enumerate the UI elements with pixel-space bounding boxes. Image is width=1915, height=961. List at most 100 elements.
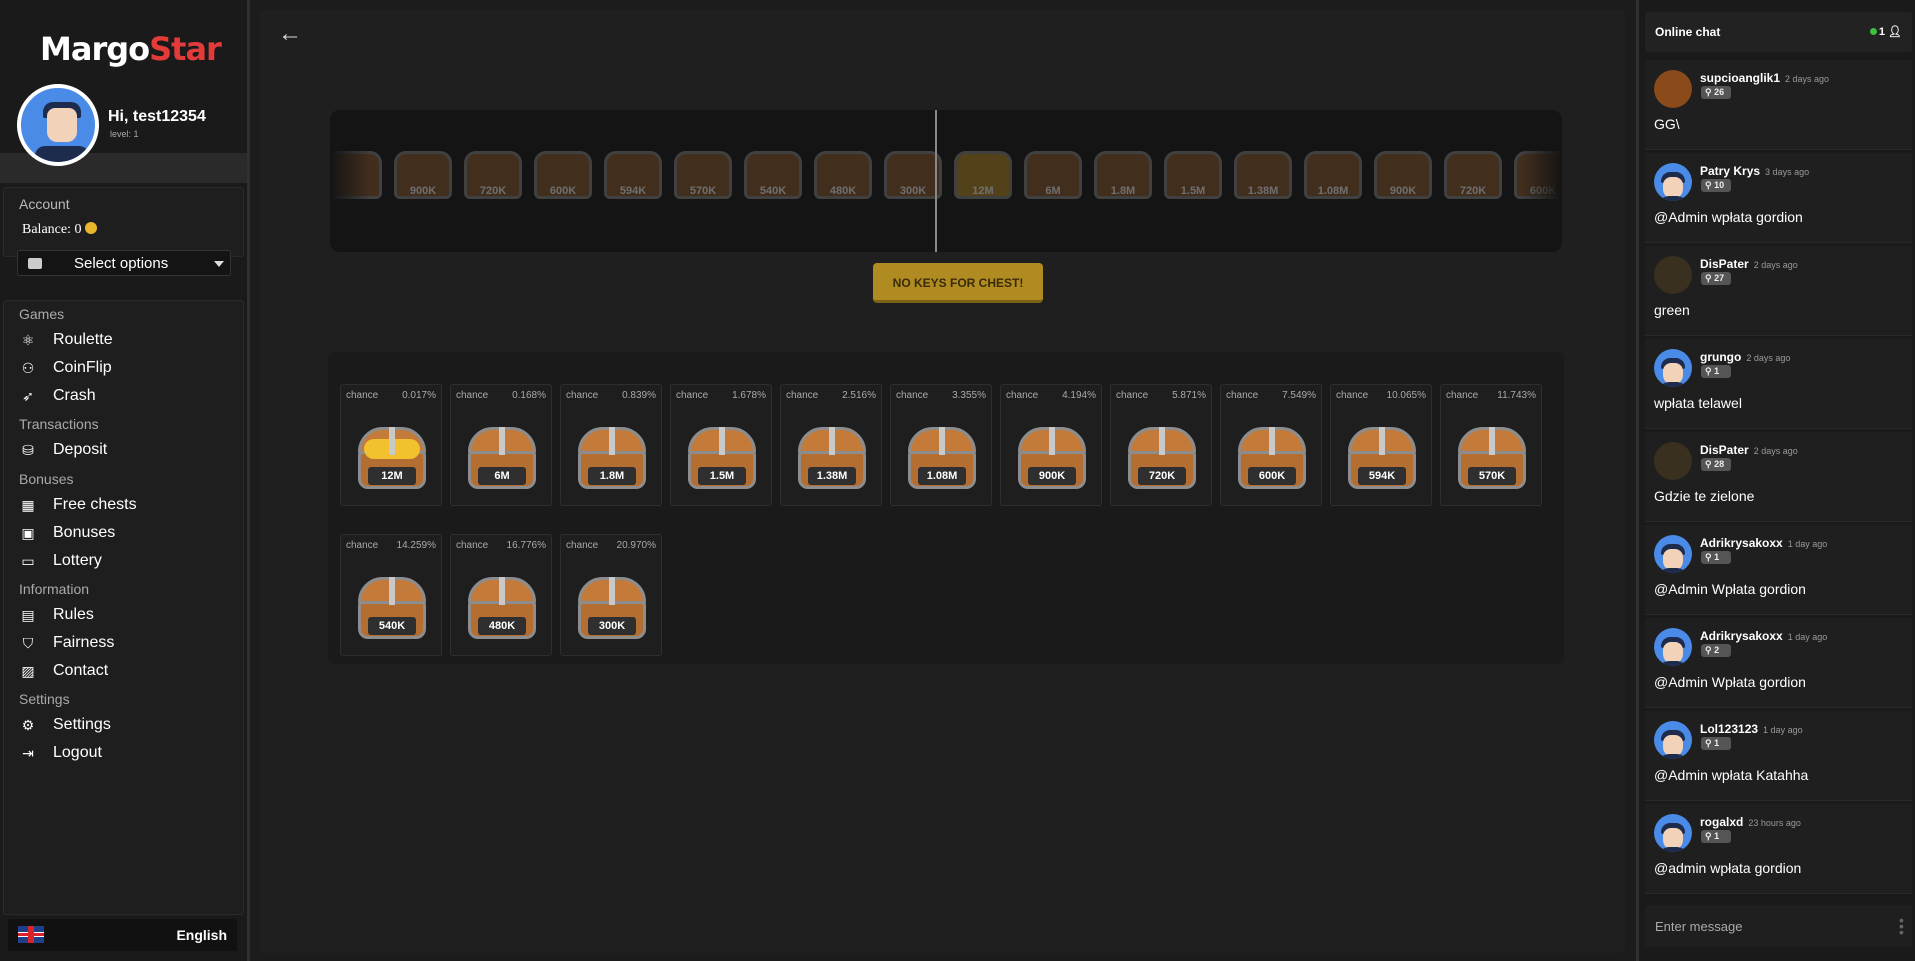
chest-icon: 12M (358, 427, 426, 491)
chat-message: DisPater 2 days ago ⚲ 27 green (1645, 246, 1912, 336)
chance-value: 0.168% (512, 390, 546, 401)
prize-card: chance 0.839% 1.8M (560, 384, 662, 506)
nav-item-free-chests[interactable]: ▦ Free chests (19, 496, 136, 514)
chance-value: 0.839% (622, 390, 656, 401)
chat-message-text: @admin wpłata gordion (1654, 860, 1802, 876)
chat-message: grungo 2 days ago ⚲ 1 wpłata telawel (1645, 339, 1912, 429)
reel-fade-right (1522, 110, 1562, 252)
prize-card: chance 0.017% 12M (340, 384, 442, 506)
more-options-icon[interactable]: • • • (1899, 913, 1904, 939)
nav-label: Crash (53, 387, 96, 404)
nav-item-coinflip[interactable]: ⚇ CoinFlip (19, 359, 112, 377)
chance-value: 14.259% (396, 540, 436, 551)
avatar-body (1659, 382, 1687, 387)
chest-icon: 570K (1458, 427, 1526, 491)
chat-avatar[interactable] (1654, 163, 1692, 201)
nav-item-crash[interactable]: ➶ Crash (19, 387, 96, 405)
chest-icon: 6M (468, 427, 536, 491)
prize-card: chance 1.678% 1.5M (670, 384, 772, 506)
logo[interactable]: MargoStar (40, 30, 222, 68)
reel-chest: 600K (530, 145, 596, 205)
chance-value: 0.017% (402, 390, 436, 401)
user-level-value: 1 (1714, 738, 1720, 748)
nav-item-settings[interactable]: ⚙ Settings (19, 716, 111, 734)
chest-strap (389, 427, 395, 455)
chat-username[interactable]: Patry Krys 3 days ago (1700, 164, 1809, 178)
chat-avatar[interactable] (1654, 535, 1692, 573)
avatar-body (1659, 754, 1687, 759)
chat-avatar[interactable] (1654, 256, 1692, 294)
chat-avatar[interactable] (1654, 814, 1692, 852)
chest-icon: ▦ (21, 496, 35, 513)
nav-item-deposit[interactable]: ⛁ Deposit (19, 441, 107, 459)
language-selector[interactable]: English (8, 919, 237, 951)
nav-label: Fairness (53, 634, 115, 651)
prize-value: 1.38M (808, 467, 856, 485)
prize-card: chance 4.194% 900K (1000, 384, 1102, 506)
chest-strap (1489, 427, 1495, 455)
user-level-value: 1 (1714, 366, 1720, 376)
chance-value: 11.743% (1497, 390, 1536, 401)
reel-fade-left (330, 110, 370, 252)
chat-message-text: @Admin wpłata Katahha (1654, 767, 1809, 783)
reel-chest: 6M (1020, 145, 1086, 205)
chat-avatar[interactable] (1654, 721, 1692, 759)
chance-label: chance (1446, 390, 1479, 401)
chat-username[interactable]: Lol123123 1 day ago (1700, 722, 1803, 736)
reel-chest: 480K (810, 145, 876, 205)
nav-label: Bonuses (53, 524, 116, 541)
options-select[interactable]: Select options (17, 250, 231, 276)
nav-item-rules[interactable]: ▤ Rules (19, 606, 94, 624)
chat-username[interactable]: rogalxd 23 hours ago (1700, 815, 1801, 829)
chance-label: chance (1116, 390, 1149, 401)
chat-avatar[interactable] (1654, 442, 1692, 480)
back-arrow-icon[interactable]: ← (278, 20, 302, 48)
chat-message-input[interactable] (1645, 905, 1912, 947)
language-name: English (176, 927, 227, 943)
contact-card-icon: ▨ (21, 662, 35, 679)
nav-item-fairness[interactable]: ⛉ Fairness (19, 634, 115, 652)
reel-chest-value: 12M (972, 185, 994, 197)
chest-strap (829, 427, 835, 455)
prize-card: chance 20.970% 300K (560, 534, 662, 656)
chance-value: 4.194% (1062, 390, 1096, 401)
nav-item-contact[interactable]: ▨ Contact (19, 662, 108, 680)
chest-icon: 720K (1128, 427, 1196, 491)
medal-icon: ⚲ (1705, 831, 1715, 841)
chat-avatar[interactable] (1654, 70, 1692, 108)
nav-item-roulette[interactable]: ⚛ Roulette (19, 331, 113, 349)
chat-time: 23 hours ago (1748, 818, 1801, 828)
user-avatar[interactable] (17, 84, 99, 166)
chat-username[interactable]: DisPater 2 days ago (1700, 443, 1798, 457)
chat-avatar[interactable] (1654, 628, 1692, 666)
wallet-icon (28, 258, 42, 269)
reel-chest: 594K (600, 145, 666, 205)
caret-down-icon (214, 261, 224, 267)
nav-item-bonuses[interactable]: ▣ Bonuses (19, 524, 115, 542)
no-keys-button[interactable]: NO KEYS FOR CHEST! (873, 263, 1043, 303)
reel-chest-value: 594K (619, 185, 647, 197)
nav-item-lottery[interactable]: ▭ Lottery (19, 552, 102, 570)
chance-value: 3.355% (952, 390, 986, 401)
chance-label: chance (566, 390, 599, 401)
chest-icon: 594K (1348, 427, 1416, 491)
reel-chest-value: 570K (689, 185, 717, 197)
gear-icon: ⚙ (21, 716, 35, 733)
uk-flag-icon (18, 926, 44, 943)
reel-pointer (935, 110, 937, 252)
user-level-value: 10 (1714, 180, 1725, 190)
chat-username[interactable]: supcioanglik1 2 days ago (1700, 71, 1829, 85)
ticket-icon: ▭ (21, 552, 35, 569)
chat-username[interactable]: DisPater 2 days ago (1700, 257, 1798, 271)
chat-panel: Online chat 1 👤︎ supcioanglik1 2 days ago… (1636, 0, 1915, 961)
chat-avatar[interactable] (1654, 349, 1692, 387)
chat-username[interactable]: Adrikrysakoxx 1 day ago (1700, 629, 1827, 643)
chat-username[interactable]: grungo 2 days ago (1700, 350, 1790, 364)
chat-username[interactable]: Adrikrysakoxx 1 day ago (1700, 536, 1827, 550)
reel-chest-value: 1.38M (1247, 185, 1279, 197)
nav-item-logout[interactable]: ⇥ Logout (19, 744, 102, 762)
chance-label: chance (566, 540, 599, 551)
prize-value: 570K (1468, 467, 1516, 485)
prize-value: 900K (1028, 467, 1076, 485)
chat-username-text: grungo (1700, 350, 1742, 364)
